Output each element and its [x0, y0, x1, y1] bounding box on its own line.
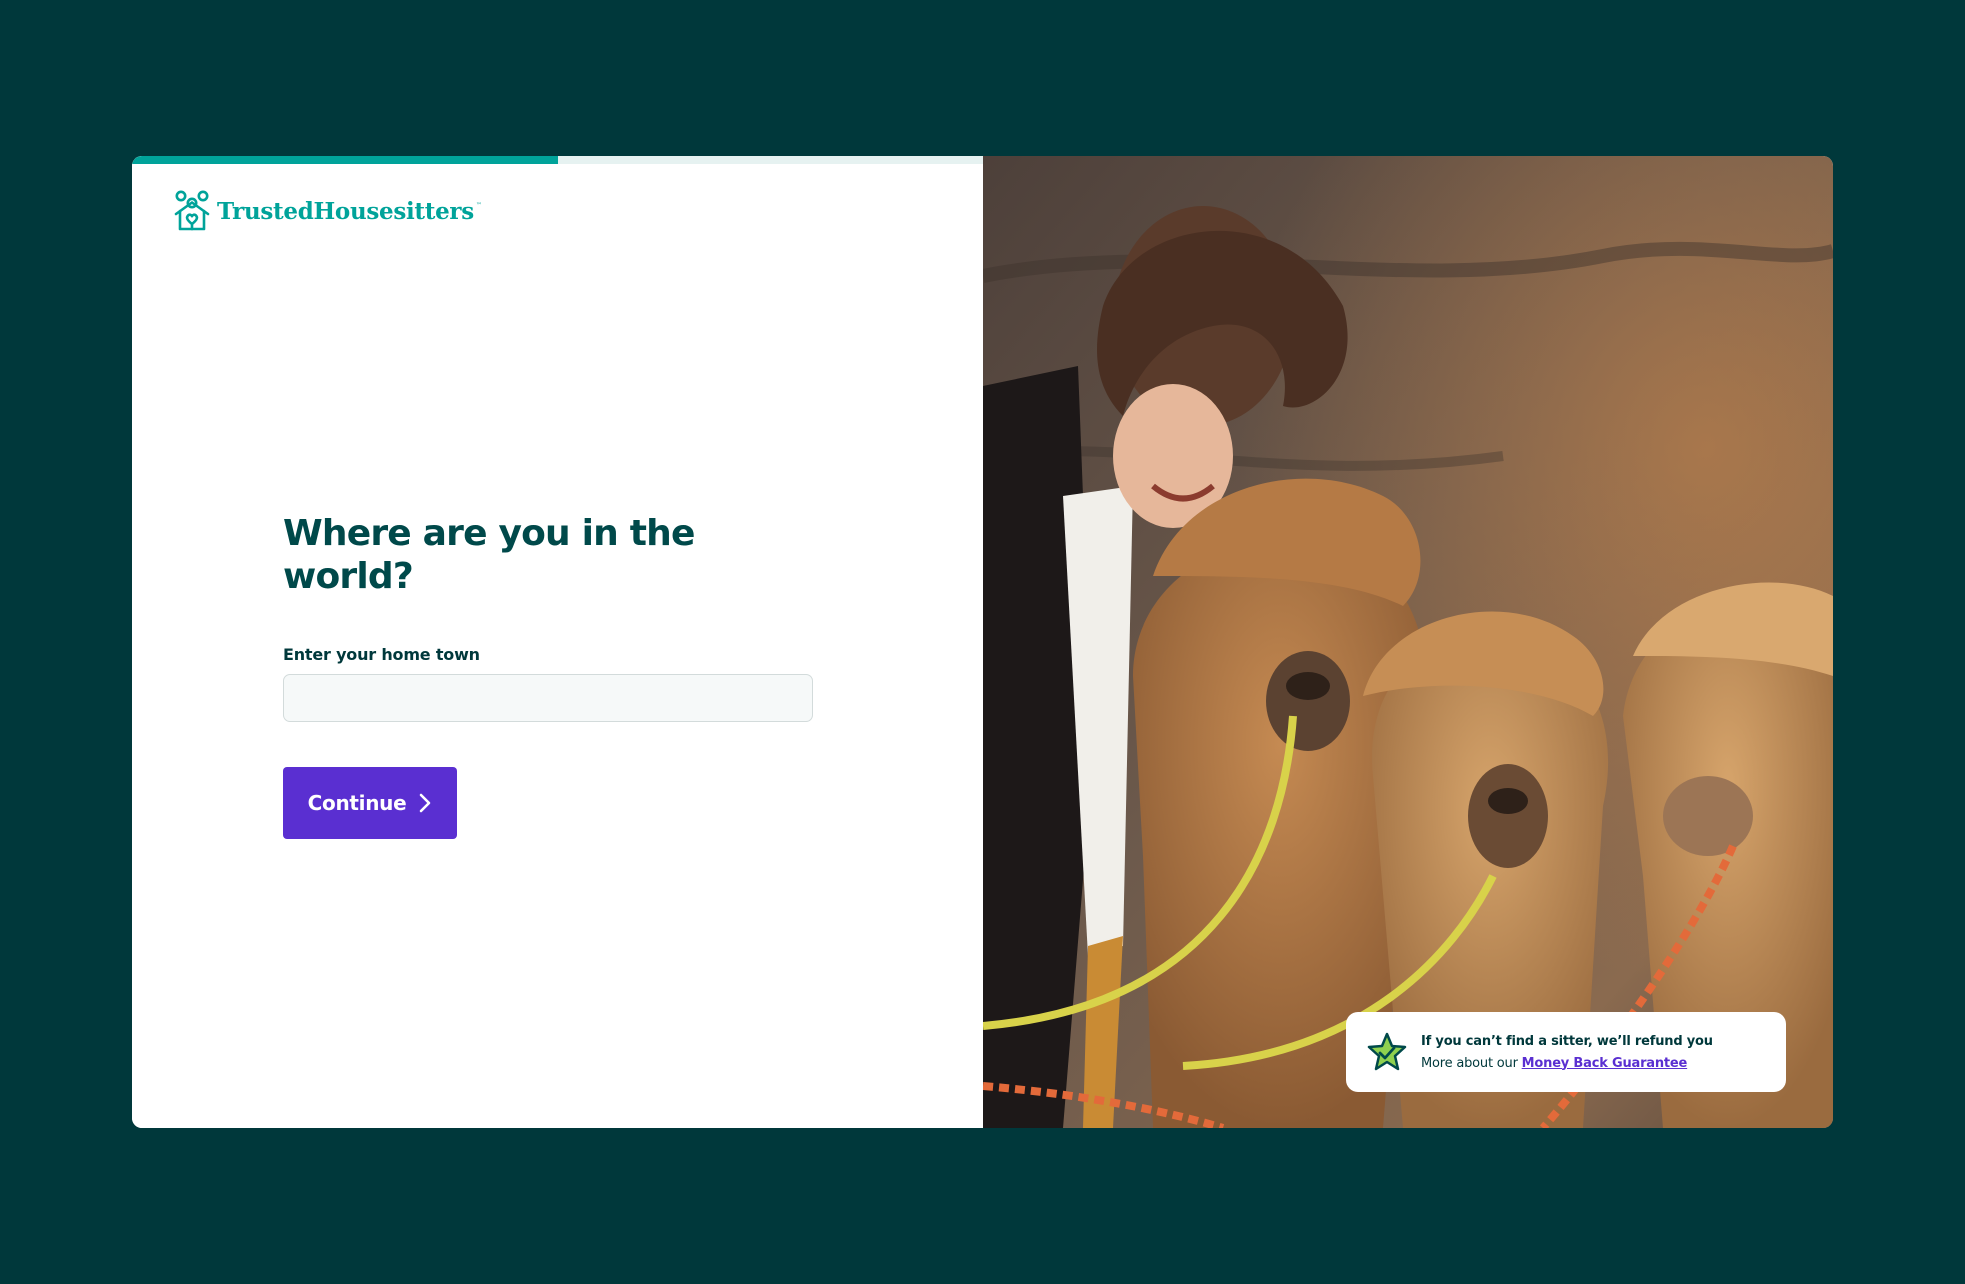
guarantee-title: If you can’t find a sitter, we’ll refund…: [1421, 1033, 1713, 1049]
continue-button[interactable]: Continue: [283, 767, 457, 840]
trademark-symbol: ™: [475, 202, 482, 209]
page-title: Where are you in the world?: [283, 513, 695, 598]
woman-with-alpacas-photo: [983, 156, 1833, 1128]
home-town-label: Enter your home town: [283, 645, 480, 665]
star-check-icon: [1367, 1032, 1407, 1071]
continue-button-label: Continue: [307, 791, 407, 816]
onboarding-card: TrustedHousesitters ™ Where are you in t…: [132, 156, 1833, 1128]
house-paw-logo-icon: [174, 190, 210, 231]
guarantee-text: If you can’t find a sitter, we’ll refund…: [1421, 1034, 1713, 1071]
brand-name: TrustedHousesitters: [217, 197, 474, 225]
money-back-guarantee-link[interactable]: Money Back Guarantee: [1522, 1056, 1688, 1071]
brand-logo[interactable]: TrustedHousesitters ™: [173, 190, 482, 232]
money-back-guarantee-banner: If you can’t find a sitter, we’ll refund…: [1346, 1012, 1786, 1092]
progress-bar-fill: [132, 156, 558, 164]
home-town-input[interactable]: [283, 674, 813, 723]
hero-panel: If you can’t find a sitter, we’ll refund…: [983, 156, 1833, 1128]
guarantee-description: More about our Money Back Guarantee: [1421, 1056, 1713, 1071]
chevron-right-icon: [420, 794, 431, 813]
location-form: Where are you in the world? Enter your h…: [283, 512, 816, 840]
guarantee-description-text: More about our: [1421, 1055, 1522, 1071]
progress-bar: [132, 156, 983, 164]
form-panel: TrustedHousesitters ™ Where are you in t…: [132, 156, 983, 1128]
